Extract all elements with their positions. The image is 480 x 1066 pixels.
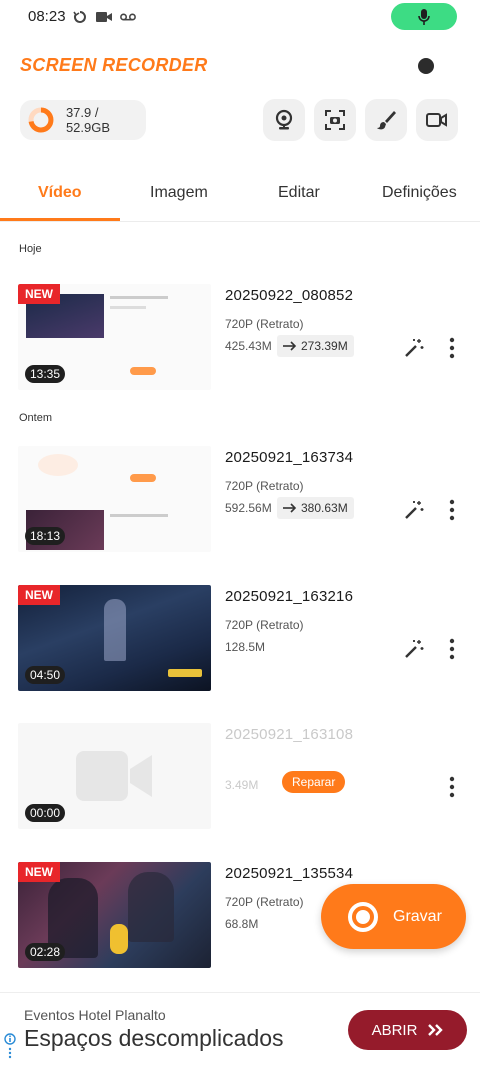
game-button-shape <box>168 669 202 677</box>
placeholder-pill <box>130 474 156 482</box>
double-chevron-right-icon <box>428 1024 444 1036</box>
sync-icon <box>73 11 86 23</box>
new-badge: NEW <box>18 284 60 304</box>
magic-wand-icon[interactable] <box>403 638 425 660</box>
ad-open-button[interactable]: ABRIR <box>348 1010 467 1050</box>
app-logo: SCREEN RECORDER <box>20 55 208 75</box>
video-placeholder-icon <box>76 751 152 801</box>
tab-video[interactable]: Vídeo <box>38 184 82 202</box>
duration-label: 04:50 <box>25 666 66 684</box>
record-label: Gravar <box>393 907 442 925</box>
video-camera-icon <box>426 113 447 127</box>
video-thumbnail[interactable]: 18:13 <box>18 446 211 552</box>
brush-button[interactable] <box>365 99 407 141</box>
mic-active-indicator[interactable] <box>391 3 457 30</box>
microphone-icon <box>418 8 430 25</box>
video-title[interactable]: 20250921_163734 <box>225 449 353 466</box>
video-title[interactable]: 20250921_163108 <box>225 726 353 743</box>
video-size: 592.56M <box>225 501 272 515</box>
status-icons <box>72 8 136 26</box>
character-silhouette <box>104 599 126 661</box>
video-size: 425.43M <box>225 339 272 353</box>
facecam-button[interactable] <box>263 99 305 141</box>
tab-edit[interactable]: Editar <box>278 184 320 202</box>
storage-text: 37.9 / 52.9GB <box>65 105 111 135</box>
video-resolution: 720P (Retrato) <box>225 895 304 909</box>
active-tab-indicator <box>0 218 120 221</box>
duration-label: 18:13 <box>25 527 66 545</box>
video-title[interactable]: 20250922_080852 <box>225 287 353 304</box>
placeholder-line <box>110 514 168 517</box>
duration-label: 02:28 <box>25 943 66 961</box>
video-camera-status-icon <box>96 12 112 22</box>
more-options-icon[interactable] <box>446 776 458 798</box>
status-time: 08:23 <box>28 8 66 25</box>
status-bar: 08:23 <box>0 0 480 34</box>
video-size: 3.49M <box>225 778 259 792</box>
ad-sponsor: Eventos Hotel Planalto <box>24 1007 166 1023</box>
video-resolution: 720P (Retrato) <box>225 618 304 632</box>
duration-label: 00:00 <box>25 804 66 822</box>
section-label-today: Hoje <box>19 243 42 255</box>
section-label-yesterday: Ontem <box>19 412 53 424</box>
magic-wand-icon[interactable] <box>403 499 425 521</box>
video-thumbnail[interactable]: NEW 13:35 <box>18 284 211 390</box>
video-size: 128.5M <box>225 640 266 654</box>
overlay-dot-indicator[interactable] <box>418 58 434 74</box>
video-resolution: 720P (Retrato) <box>225 317 304 331</box>
tab-settings[interactable]: Definições <box>382 184 457 202</box>
video-size: 68.8M <box>225 917 259 931</box>
new-badge: NEW <box>18 585 60 605</box>
storage-indicator[interactable]: 37.9 / 52.9GB <box>20 100 146 140</box>
compressed-size: 380.63M <box>277 497 354 519</box>
record-icon <box>348 901 378 932</box>
placeholder-line <box>110 296 168 299</box>
ad-info-icon[interactable] <box>4 1033 16 1059</box>
character-silhouette <box>128 872 174 942</box>
video-thumbnail[interactable]: NEW 02:28 <box>18 862 211 968</box>
tab-bar: Vídeo Imagem Editar Definições <box>0 176 480 222</box>
magic-wand-icon[interactable] <box>403 337 425 359</box>
brush-icon <box>377 111 396 130</box>
screenshot-button[interactable] <box>314 99 356 141</box>
webcam-icon <box>275 109 293 130</box>
compressed-size-value: 273.39M <box>301 339 348 353</box>
compressed-size-value: 380.63M <box>301 501 348 515</box>
character-silhouette <box>110 924 128 954</box>
video-title[interactable]: 20250921_163216 <box>225 588 353 605</box>
record-tool-button[interactable] <box>416 99 458 141</box>
new-badge: NEW <box>18 862 60 882</box>
arrow-right-icon <box>283 341 297 351</box>
more-options-icon[interactable] <box>446 638 458 660</box>
video-thumbnail[interactable]: NEW 04:50 <box>18 585 211 691</box>
screenshot-icon <box>325 110 345 130</box>
storage-ring-icon <box>28 107 54 133</box>
ad-open-label: ABRIR <box>371 1021 418 1039</box>
ad-banner[interactable]: Eventos Hotel Planalto Espaços descompli… <box>0 992 480 1066</box>
record-button[interactable]: Gravar <box>321 884 466 949</box>
video-thumbnail[interactable]: 00:00 <box>18 723 211 829</box>
more-options-icon[interactable] <box>446 337 458 359</box>
placeholder-shape <box>38 454 78 476</box>
repair-button[interactable]: Reparar <box>282 771 346 793</box>
compressed-size: 273.39M <box>277 335 354 357</box>
tab-image[interactable]: Imagem <box>150 184 208 202</box>
placeholder-line <box>110 306 146 309</box>
duration-label: 13:35 <box>25 365 66 383</box>
video-title[interactable]: 20250921_135534 <box>225 865 353 882</box>
more-options-icon[interactable] <box>446 499 458 521</box>
voicemail-icon <box>120 13 136 21</box>
arrow-right-icon <box>283 503 297 513</box>
ad-headline[interactable]: Espaços descomplicados <box>24 1025 284 1052</box>
video-resolution: 720P (Retrato) <box>225 479 304 493</box>
placeholder-pill <box>130 367 156 375</box>
